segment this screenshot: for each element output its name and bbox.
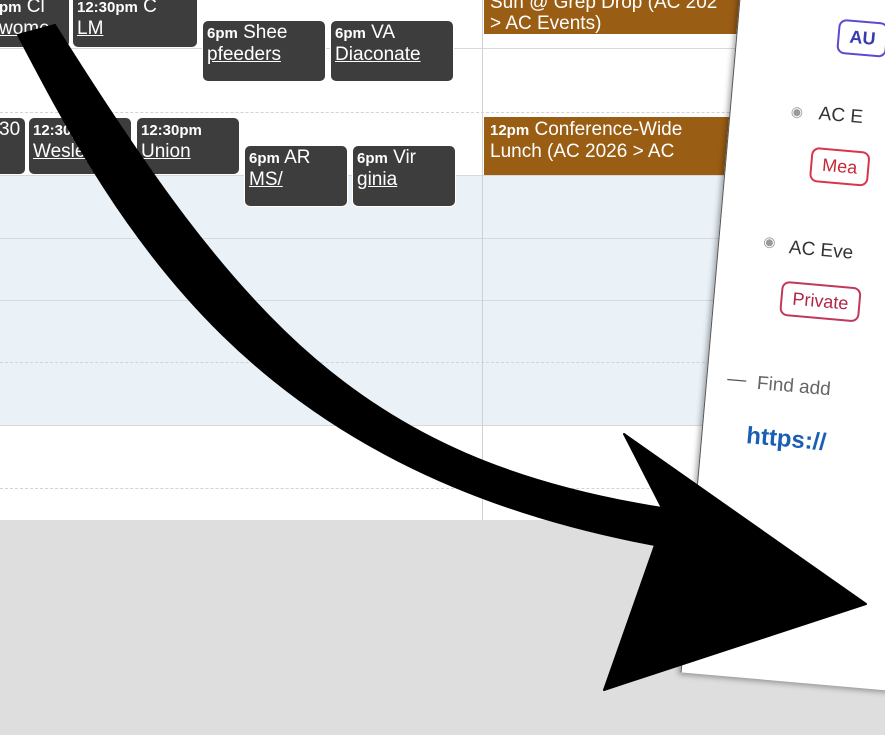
calendar-event-chip[interactable]: 6pm VA Diaconate (330, 20, 454, 82)
event-title-cont: Wesley (33, 141, 95, 162)
column-divider (482, 0, 483, 520)
calendar-event-chip[interactable]: pm Cl wome (0, 0, 70, 48)
event-time: 12:30pm (33, 122, 94, 139)
calendar-event-chip[interactable]: 6pm AR MS/ (244, 145, 348, 207)
tag-au[interactable]: AU (836, 18, 885, 58)
event-title: Sun @ Grep Drop (AC 202 (490, 0, 718, 13)
panel-heading: AC (851, 0, 879, 4)
screenshot-stage: pm Cl wome 12:30pm C LM 6pm Shee pfeeder… (0, 0, 885, 735)
event-time: 6pm (207, 25, 238, 42)
event-title: AR (284, 147, 311, 168)
event-time: 12:30pm (141, 122, 202, 139)
find-address-label: Find add (756, 372, 832, 401)
event-title-cont: Lunch (AC 2026 > AC (490, 141, 675, 162)
radio-dot-icon[interactable]: ◉ (790, 103, 804, 121)
event-time: 6pm (335, 25, 366, 42)
calendar-event-chip[interactable]: 6pm Vir ginia (352, 145, 456, 207)
event-title: Conference-Wide (534, 119, 683, 140)
event-title-cont: > AC Events) (490, 13, 602, 34)
event-time: pm (0, 0, 22, 16)
panel-row-label: AC E (817, 103, 864, 129)
event-title-cont: LM (77, 18, 104, 39)
event-title-cont: wome (0, 18, 50, 39)
event-title-cont: Union (141, 141, 191, 162)
calendar-event-chip[interactable]: 12:30pm Union (136, 117, 240, 175)
calendar-event-chip[interactable]: 6pm Shee pfeeders (202, 20, 326, 82)
address-link[interactable]: https:// (745, 422, 827, 457)
tag-private[interactable]: Private (779, 280, 862, 323)
event-time: 12pm (490, 122, 530, 139)
calendar-event-chip[interactable]: 12:30pm Wesley (28, 117, 132, 175)
tag-meal[interactable]: Mea (808, 146, 871, 187)
calendar-event-chip[interactable]: 12:30pm C LM (72, 0, 198, 48)
event-title: Shee (243, 22, 288, 43)
event-time: 6pm (249, 150, 280, 167)
radio-dot-icon[interactable]: ◉ (763, 233, 777, 251)
event-title: Cl (26, 0, 45, 17)
event-time: 6pm (357, 150, 388, 167)
event-title-cont: Diaconate (335, 44, 421, 65)
minus-icon[interactable]: — (726, 368, 747, 392)
calendar-event-chip[interactable]: 30 (0, 117, 26, 175)
event-title-cont: ginia (357, 169, 398, 190)
event-title-cont: MS/ (249, 169, 283, 190)
event-time: 12:30pm (77, 0, 138, 16)
panel-footer-text: onth (766, 560, 797, 580)
event-title-cont: pfeeders (207, 44, 281, 65)
event-title: VA (371, 22, 396, 43)
event-title: 30 (0, 119, 21, 140)
event-title: Vir (393, 147, 417, 168)
event-title: C (143, 0, 157, 17)
panel-row-label: AC Eve (788, 237, 855, 264)
